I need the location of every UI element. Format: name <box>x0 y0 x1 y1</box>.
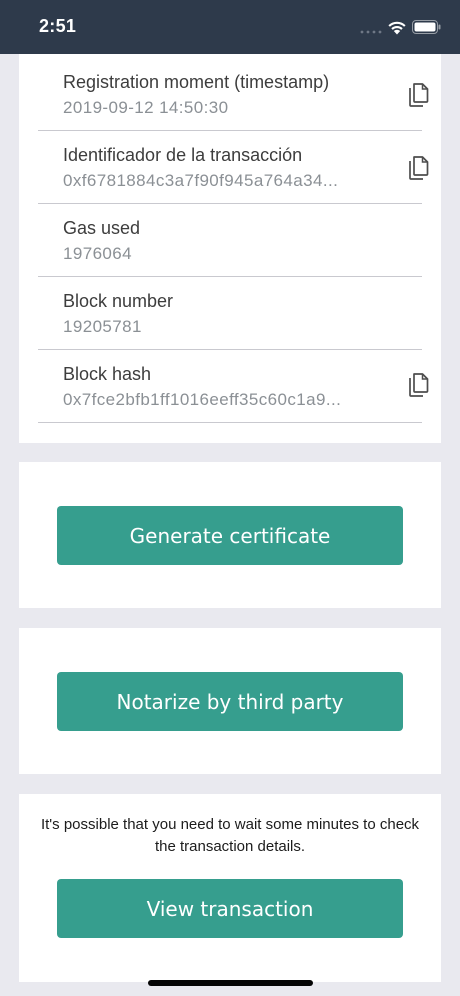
status-bar: 2:51 <box>0 0 460 54</box>
battery-icon <box>412 20 441 34</box>
transaction-details-card: Registration moment (timestamp) 2019-09-… <box>19 54 441 443</box>
wait-notice: It's possible that you need to wait some… <box>40 816 420 855</box>
view-transaction-button[interactable]: View transaction <box>57 879 403 938</box>
detail-row-block-number: Block number 19205781 <box>38 276 422 350</box>
detail-label: Block hash <box>63 364 152 384</box>
generate-certificate-card: Generate certificate <box>19 462 441 608</box>
detail-value: 0xf6781884c3a7f90f945a764a34... <box>63 171 339 190</box>
copy-icon[interactable] <box>408 372 430 398</box>
detail-value: 19205781 <box>63 317 142 336</box>
detail-row-gas-used: Gas used 1976064 <box>38 203 422 277</box>
view-transaction-card: It's possible that you need to wait some… <box>19 794 441 982</box>
detail-label: Registration moment (timestamp) <box>63 72 330 92</box>
home-indicator[interactable] <box>148 980 313 986</box>
copy-icon[interactable] <box>408 82 430 108</box>
copy-icon[interactable] <box>408 155 430 181</box>
cellular-signal-icon <box>360 30 382 34</box>
detail-row-transaction-id: Identificador de la transacción 0xf67818… <box>38 130 429 204</box>
detail-row-timestamp: Registration moment (timestamp) 2019-09-… <box>38 57 429 131</box>
notarize-card: Notarize by third party <box>19 628 441 774</box>
status-time: 2:51 <box>39 16 77 36</box>
detail-value: 2019-09-12 14:50:30 <box>63 98 229 117</box>
generate-certificate-button[interactable]: Generate certificate <box>57 506 403 565</box>
detail-label: Gas used <box>63 218 141 238</box>
detail-value: 0x7fce2bfb1ff1016eeff35c60c1a9... <box>63 390 342 409</box>
wifi-icon <box>388 21 406 35</box>
notarize-button[interactable]: Notarize by third party <box>57 672 403 731</box>
detail-value: 1976064 <box>63 244 132 263</box>
detail-row-block-hash: Block hash 0x7fce2bfb1ff1016eeff35c60c1a… <box>38 349 429 423</box>
detail-label: Block number <box>63 291 174 311</box>
detail-label: Identificador de la transacción <box>63 145 303 165</box>
